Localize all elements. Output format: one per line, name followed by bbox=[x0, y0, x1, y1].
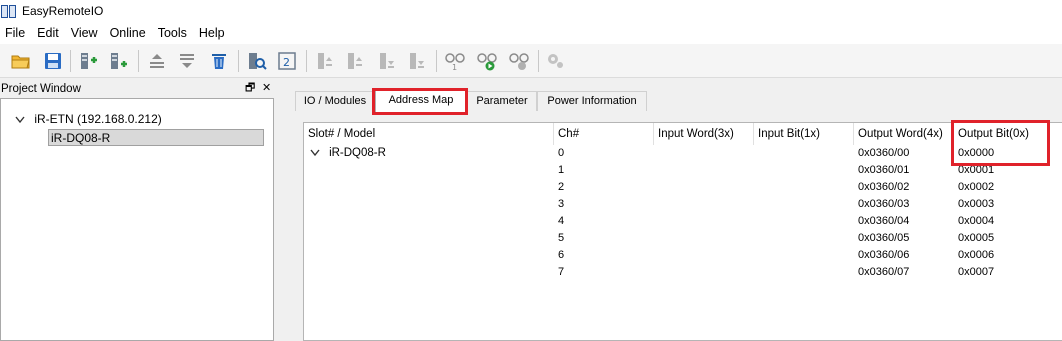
cell-output-word: 0x0360/05 bbox=[858, 232, 910, 244]
menu-tools[interactable]: Tools bbox=[152, 22, 193, 44]
cell-output-bit: 0x0003 bbox=[958, 198, 995, 210]
tree-node-root-label: iR-ETN (192.168.0.212) bbox=[34, 112, 162, 126]
settings-gear-icon bbox=[544, 50, 566, 72]
cell-ch: 1 bbox=[558, 164, 565, 176]
address-map-table: Slot# / Model Ch# Input Word(3x) Input B… bbox=[303, 120, 1062, 341]
cell-output-word: 0x0360/03 bbox=[858, 198, 910, 210]
cell-ch: 2 bbox=[558, 181, 565, 193]
tree-node-root[interactable]: iR-ETN (192.168.0.212) bbox=[15, 111, 162, 128]
app-grid-icon bbox=[1, 4, 17, 18]
toolbar-separator bbox=[436, 50, 437, 72]
cell-output-word: 0x0360/04 bbox=[858, 215, 910, 227]
cell-ch: 0 bbox=[558, 147, 565, 159]
svg-text:2: 2 bbox=[283, 56, 290, 69]
cell-output-bit: 0x0007 bbox=[958, 266, 995, 278]
group-row[interactable]: iR-DQ08-R bbox=[310, 145, 386, 162]
add-module-icon[interactable] bbox=[78, 50, 100, 72]
io-upload-icon bbox=[314, 50, 336, 72]
toolbar-separator bbox=[306, 50, 307, 72]
project-tree: iR-ETN (192.168.0.212) iR-DQ08-R bbox=[0, 98, 274, 341]
col-header-slot-model[interactable]: Slot# / Model bbox=[304, 123, 554, 145]
menu-edit[interactable]: Edit bbox=[31, 22, 65, 44]
project-window-header: Project Window 🗗 ✕ bbox=[0, 80, 274, 98]
menu-file[interactable]: File bbox=[0, 22, 31, 44]
connect-icon[interactable]: 1 bbox=[444, 50, 466, 72]
io-read-icon bbox=[376, 50, 398, 72]
cell-ch: 3 bbox=[558, 198, 565, 210]
toolbar-separator bbox=[238, 50, 239, 72]
cell-output-word: 0x0360/01 bbox=[858, 164, 910, 176]
tree-node-child-label: iR-DQ08-R bbox=[51, 131, 111, 145]
table-header: Slot# / Model Ch# Input Word(3x) Input B… bbox=[304, 123, 1062, 145]
cell-output-word: 0x0360/07 bbox=[858, 266, 910, 278]
col-header-output-bit[interactable]: Output Bit(0x) bbox=[954, 123, 1054, 145]
group-label: iR-DQ08-R bbox=[329, 147, 386, 159]
svg-text:1: 1 bbox=[452, 63, 457, 71]
cell-output-bit: 0x0002 bbox=[958, 181, 995, 193]
toolbar-separator bbox=[70, 50, 71, 72]
close-window-icon[interactable]: ✕ bbox=[262, 81, 271, 95]
tab-io-modules[interactable]: IO / Modules bbox=[295, 91, 375, 111]
cell-output-word: 0x0360/02 bbox=[858, 181, 910, 193]
project-window-title: Project Window bbox=[1, 83, 81, 95]
toolbar-separator bbox=[538, 50, 539, 72]
disconnect-icon[interactable] bbox=[508, 50, 530, 72]
delete-trash-icon[interactable] bbox=[208, 50, 230, 72]
tab-power-information[interactable]: Power Information bbox=[537, 91, 647, 111]
cell-output-bit: 0x0005 bbox=[958, 232, 995, 244]
add-module-alt-icon[interactable] bbox=[108, 50, 130, 72]
title-bar: EasyRemoteIO bbox=[0, 0, 1062, 22]
chevron-down-icon[interactable] bbox=[310, 149, 320, 157]
cell-ch: 6 bbox=[558, 249, 565, 261]
toolbar: 2 1 bbox=[0, 44, 1062, 78]
col-header-output-word[interactable]: Output Word(4x) bbox=[854, 123, 954, 145]
connect-go-icon[interactable] bbox=[476, 50, 498, 72]
move-down-icon[interactable] bbox=[176, 50, 198, 72]
menu-online[interactable]: Online bbox=[104, 22, 152, 44]
col-header-ch[interactable]: Ch# bbox=[554, 123, 654, 145]
window-title: EasyRemoteIO bbox=[22, 4, 104, 18]
open-folder-icon[interactable] bbox=[10, 50, 32, 72]
io-download-icon bbox=[344, 50, 366, 72]
tree-node-child[interactable]: iR-DQ08-R bbox=[48, 129, 264, 146]
main-panel: IO / Modules Address Map Parameter Power… bbox=[289, 80, 1062, 341]
menu-view[interactable]: View bbox=[65, 22, 104, 44]
save-disk-icon[interactable] bbox=[42, 50, 64, 72]
cell-ch: 7 bbox=[558, 266, 565, 278]
chevron-down-icon[interactable] bbox=[15, 116, 25, 124]
io-address-icon[interactable]: 2 bbox=[276, 50, 298, 72]
menu-bar: File Edit View Online Tools Help bbox=[0, 22, 1062, 44]
tab-address-map[interactable]: Address Map bbox=[375, 90, 467, 112]
io-write-icon bbox=[406, 50, 428, 72]
menu-help[interactable]: Help bbox=[193, 22, 231, 44]
restore-window-icon[interactable]: 🗗 bbox=[245, 81, 255, 95]
col-header-input-bit[interactable]: Input Bit(1x) bbox=[754, 123, 854, 145]
cell-output-bit: 0x0006 bbox=[958, 249, 995, 261]
move-up-icon[interactable] bbox=[146, 50, 168, 72]
search-device-icon[interactable] bbox=[246, 50, 268, 72]
cell-output-word: 0x0360/00 bbox=[858, 147, 910, 159]
col-header-input-word[interactable]: Input Word(3x) bbox=[654, 123, 754, 145]
cell-output-bit: 0x0004 bbox=[958, 215, 995, 227]
cell-output-word: 0x0360/06 bbox=[858, 249, 910, 261]
cell-output-bit: 0x0001 bbox=[958, 164, 995, 176]
tab-parameter[interactable]: Parameter bbox=[467, 91, 537, 111]
toolbar-separator bbox=[138, 50, 139, 72]
cell-output-bit: 0x0000 bbox=[958, 147, 995, 159]
cell-ch: 5 bbox=[558, 232, 565, 244]
cell-ch: 4 bbox=[558, 215, 565, 227]
